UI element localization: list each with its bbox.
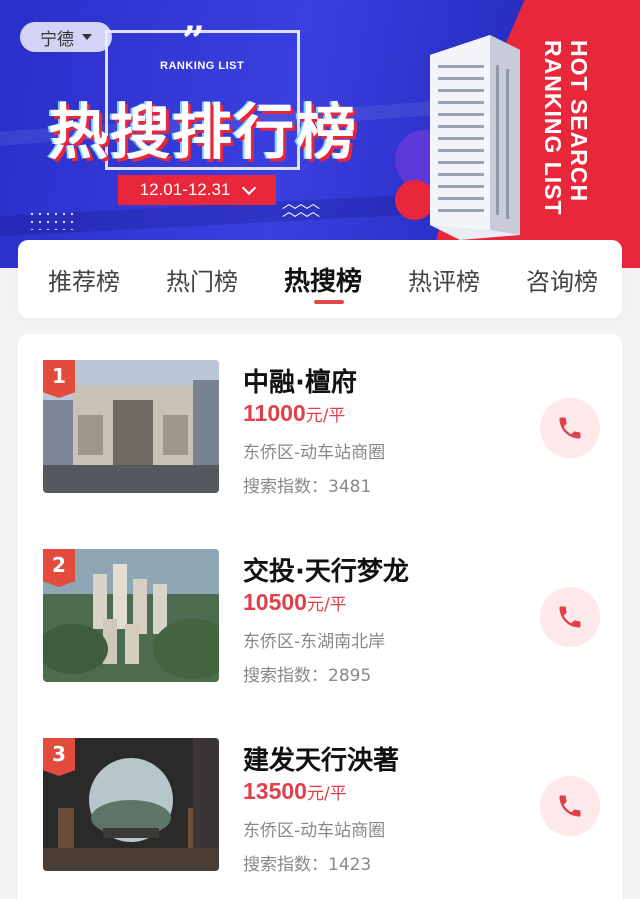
property-district: 东侨区-东湖南北岸 [243,632,386,652]
price-value: 11000 [243,400,306,426]
active-tab-indicator [314,299,344,304]
call-button[interactable] [540,587,600,647]
phone-icon [559,417,581,439]
property-name[interactable]: 中融·檀府 [243,362,357,399]
property-district: 东侨区-动车站商圈 [243,443,386,463]
rank-badge: 1 [43,360,75,398]
city-label: 宁德 [40,29,74,50]
tab-popular[interactable]: 热门榜 [166,262,238,297]
price-value: 10500 [243,589,307,615]
hot-search-banner: ” RANKING LIST 热搜排行榜 12.01-12.31 ︿︿︿ ︿︿︿ … [0,0,640,268]
list-item[interactable]: 2 交投·天行梦龙 10500元/平 东侨区-东湖南北岸 搜索指数：2895 [18,549,622,699]
search-index: 搜索指数：2895 [243,661,371,686]
banner-subtitle: RANKING LIST [160,60,245,72]
banner-side-text: HOT SEARCH RANKING LIST [540,40,592,216]
price-unit: 元/平 [305,406,346,426]
property-district: 东侨区-动车站商圈 [243,821,386,841]
tab-consult[interactable]: 咨询榜 [526,262,598,297]
building-illustration [430,35,520,240]
price-unit: 元/平 [306,595,347,615]
property-name[interactable]: 交投·天行梦龙 [243,551,409,588]
tab-hot-search[interactable]: 热搜榜 [284,261,363,304]
tab-hot-review[interactable]: 热评榜 [408,262,480,297]
rank-badge: 2 [43,549,75,587]
price-unit: 元/平 [306,784,347,804]
property-price: 11000元/平 [243,400,345,427]
tab-label: 推荐榜 [48,267,120,296]
search-index-label: 搜索指数： [243,477,328,497]
wave-decor: ︿︿︿ ︿︿︿ [282,196,320,220]
search-index-label: 搜索指数： [243,855,328,875]
tab-label: 热评榜 [408,267,481,296]
caret-down-icon [82,34,92,40]
property-name[interactable]: 建发天行泱著 [243,740,399,777]
rank-badge: 3 [43,738,75,776]
list-item[interactable]: 1 中融·檀府 11000元/平 东侨区-动车站商圈 搜索指数：3481 [18,360,622,510]
tab-label: 热门榜 [166,267,238,296]
banner-title: 热搜排行榜 [48,98,358,168]
list-item[interactable]: 3 建发天行泱著 13500元/平 东侨区-动车站商圈 搜索指数：1423 [18,738,622,888]
phone-icon [559,795,581,817]
date-range-selector[interactable]: 12.01-12.31 [118,175,276,205]
property-price: 10500元/平 [243,589,347,616]
search-index-value: 2895 [328,666,372,686]
search-index: 搜索指数：3481 [243,472,371,497]
phone-icon [559,606,581,628]
search-index-value: 1423 [328,855,372,875]
quote-mark: ” [182,18,205,65]
city-selector[interactable]: 宁德 [20,22,112,52]
dot-pattern [28,210,78,230]
date-range-label: 12.01-12.31 [139,180,231,199]
price-value: 13500 [243,778,307,804]
call-button[interactable] [540,776,600,836]
listing-list: 1 中融·檀府 11000元/平 东侨区-动车站商圈 搜索指数：3481 2 交… [18,334,622,899]
call-button[interactable] [540,398,600,458]
tab-label: 咨询榜 [526,267,599,296]
chevron-down-icon [242,180,257,195]
search-index-label: 搜索指数： [243,666,328,686]
ranking-tabs: 推荐榜 热门榜 热搜榜 热评榜 咨询榜 [18,240,622,318]
tab-label: 热搜榜 [284,266,363,297]
tab-recommend[interactable]: 推荐榜 [48,262,120,297]
property-price: 13500元/平 [243,778,347,805]
search-index-value: 3481 [328,477,372,497]
search-index: 搜索指数：1423 [243,850,371,875]
